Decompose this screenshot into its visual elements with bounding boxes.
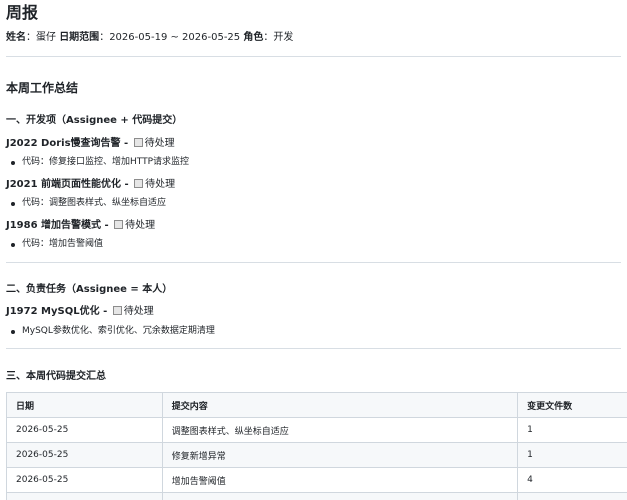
table-cell: 4: [517, 467, 627, 493]
checkbox-icon: [134, 179, 144, 188]
item-status: 待处理: [145, 179, 176, 190]
page-title: 周报: [6, 3, 39, 22]
item-id: J2022 Doris慢查询告警: [6, 138, 121, 149]
column-header: 提交内容: [161, 392, 519, 418]
table-cell: [6, 492, 163, 500]
table-cell: 1: [517, 442, 627, 468]
table-cell: [161, 492, 519, 500]
name-value: 蛋仔: [36, 32, 56, 43]
role-value: 开发: [273, 32, 294, 43]
role-label: 角色: [243, 32, 264, 43]
table-cell: 2026-05-25: [6, 467, 163, 493]
item-status: 待处理: [123, 306, 154, 317]
column-header: 变更文件数: [517, 392, 627, 418]
report-meta: 姓名：蛋仔 日期范围：2026-05-19 ~ 2026-05-25 角色：开发: [6, 32, 294, 43]
commit-table: 日期 提交内容 变更文件数 2026-05-25 调整图表样式、纵坐标自适应 1…: [6, 392, 627, 500]
section3-heading: 三、本周代码提交汇总: [6, 371, 106, 382]
item-id: J1986 增加告警模式: [6, 220, 102, 231]
checkbox-icon: [114, 220, 124, 229]
table-header-row: 日期 提交内容 变更文件数: [6, 392, 627, 418]
column-header: 日期: [6, 392, 163, 418]
list-item: 代码：修复接口监控、增加HTTP请求监控: [6, 156, 189, 169]
checkbox-icon: [133, 138, 143, 147]
item-id: J1972 MySQL优化: [6, 306, 100, 317]
divider: [6, 56, 621, 57]
summary-heading: 本周工作总结: [6, 81, 79, 95]
item-status: 待处理: [125, 220, 156, 231]
table-cell: 修复新增异常: [161, 442, 519, 468]
table-row: [6, 492, 627, 500]
dev-item-title: J2021 前端页面性能优化 - 待处理: [6, 179, 176, 190]
divider: [6, 348, 621, 349]
table-cell: 调整图表样式、纵坐标自适应: [161, 417, 519, 443]
item-status: 待处理: [144, 138, 175, 149]
table-cell: 增加告警阈值: [161, 467, 519, 493]
table-row: 2026-05-25 增加告警阈值 4: [6, 467, 627, 493]
table-cell: 2026-05-25: [6, 442, 163, 468]
item-id: J2021 前端页面性能优化: [6, 179, 122, 190]
table-row: 2026-05-25 调整图表样式、纵坐标自适应 1: [6, 417, 627, 443]
weekly-report: 周报 姓名：蛋仔 日期范围：2026-05-19 ~ 2026-05-25 角色…: [0, 0, 627, 500]
name-label: 姓名: [6, 32, 26, 43]
checkbox-icon: [112, 306, 122, 315]
table-cell: [517, 492, 627, 500]
range-label: 日期范围: [59, 32, 100, 43]
task-item-title: J1972 MySQL优化 - 待处理: [6, 306, 154, 317]
range-value: 2026-05-19 ~ 2026-05-25: [109, 32, 241, 43]
section1-heading: 一、开发项（Assignee + 代码提交）: [6, 115, 183, 126]
list-item: MySQL参数优化、索引优化、冗余数据定期清理: [6, 325, 215, 338]
table-cell: 2026-05-25: [6, 417, 163, 443]
dev-item-title: J2022 Doris慢查询告警 - 待处理: [6, 138, 175, 149]
dev-item-title: J1986 增加告警模式 - 待处理: [6, 220, 156, 231]
list-item: 代码：增加告警阈值: [6, 238, 103, 251]
section2-heading: 二、负责任务（Assignee = 本人）: [6, 284, 173, 295]
list-item: 代码：调整图表样式、纵坐标自适应: [6, 197, 166, 210]
divider: [6, 262, 621, 263]
table-cell: 1: [517, 417, 627, 443]
table-row: 2026-05-25 修复新增异常 1: [6, 442, 627, 468]
